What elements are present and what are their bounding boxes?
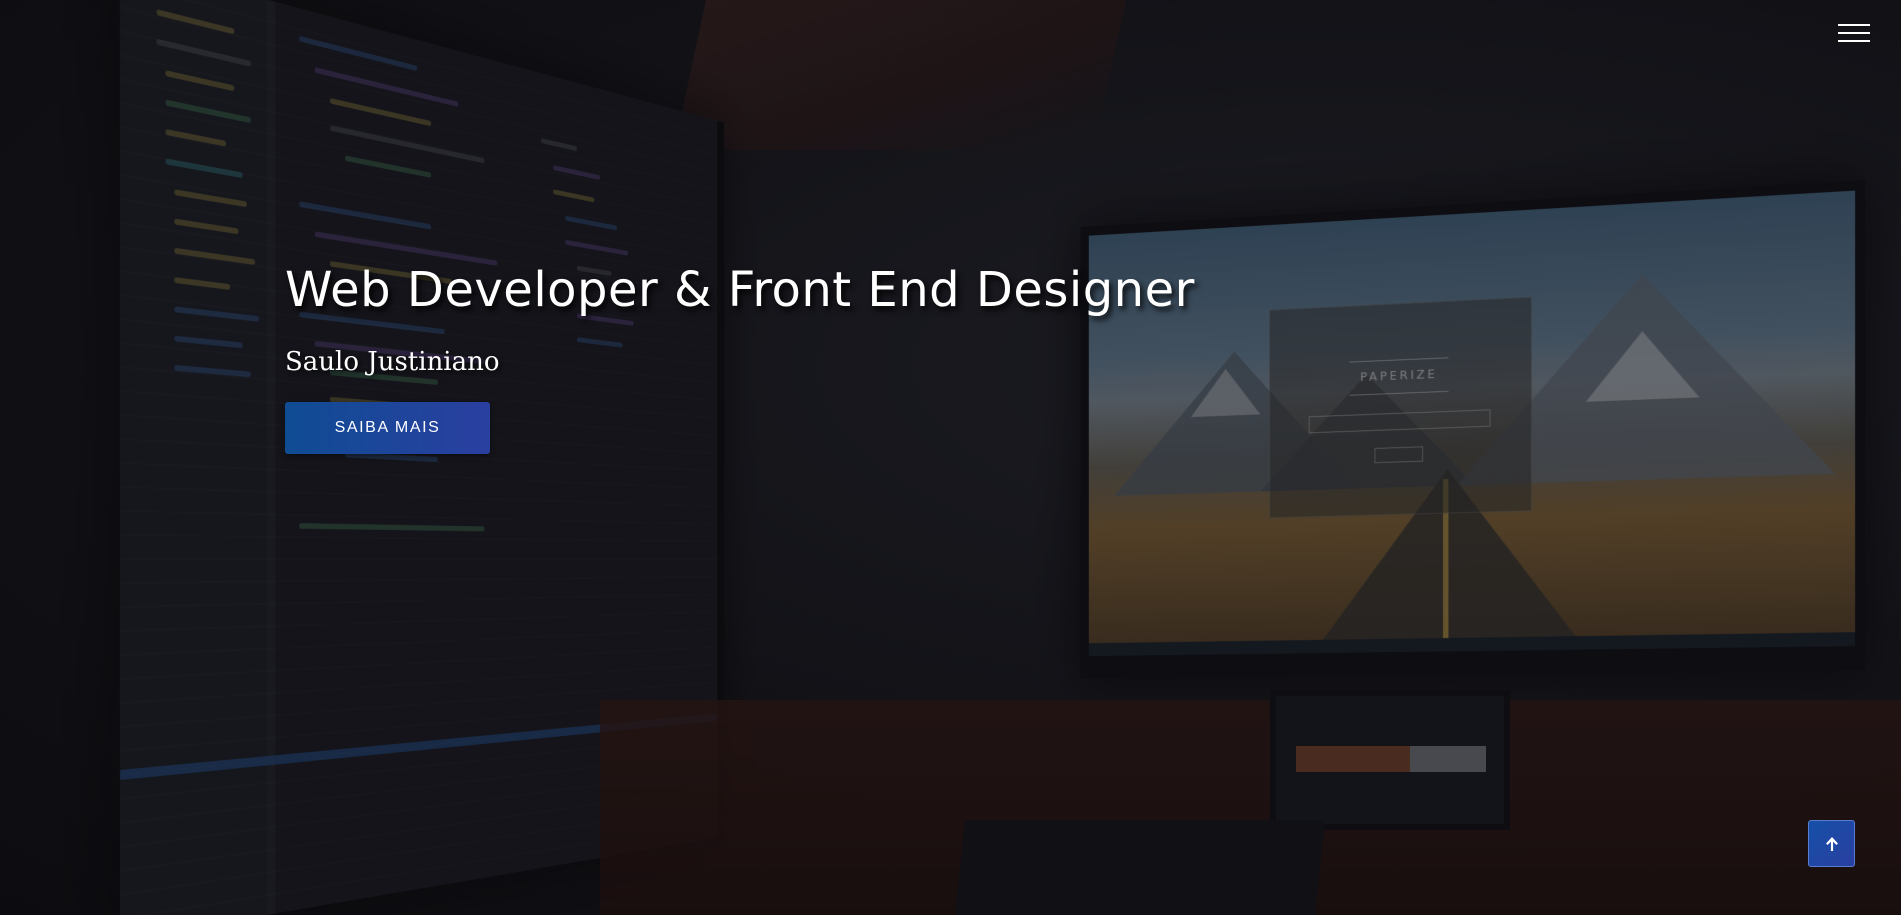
hero-section: PAPERIZE Web Developer & Front End Desig… — [0, 0, 1901, 915]
hamburger-menu-icon[interactable] — [1838, 24, 1870, 44]
hero-subtitle: Saulo Justiniano — [285, 344, 1285, 380]
background-overlay — [0, 0, 1901, 915]
hero-title: Web Developer & Front End Designer — [285, 258, 1285, 322]
arrow-up-icon — [1825, 836, 1839, 852]
back-to-top-button[interactable] — [1808, 820, 1855, 867]
hero-content: Web Developer & Front End Designer Saulo… — [285, 258, 1285, 454]
saiba-mais-button[interactable]: SAIBA MAIS — [285, 402, 490, 454]
